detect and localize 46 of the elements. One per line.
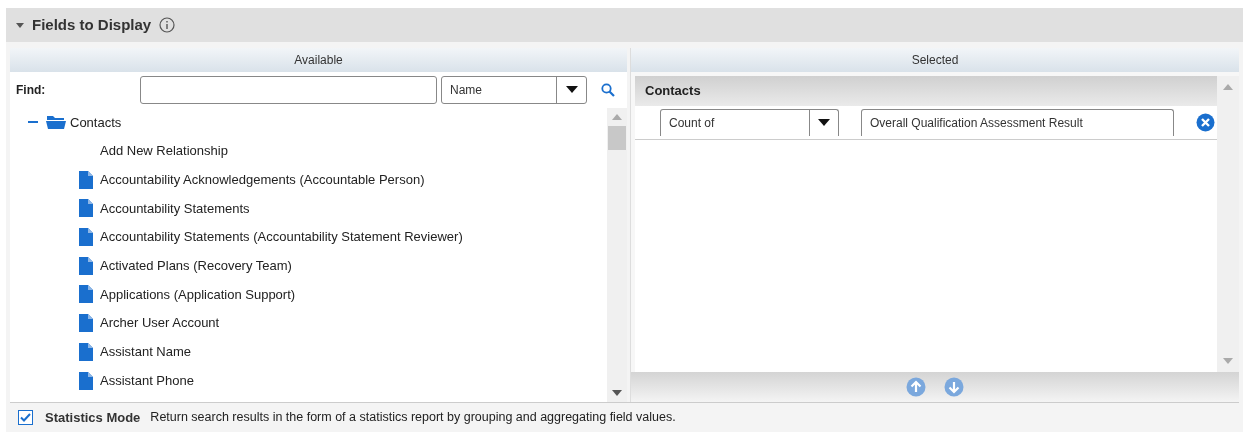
scroll-up-icon[interactable] bbox=[1223, 84, 1233, 90]
find-by-dropdown[interactable]: Name bbox=[441, 76, 587, 104]
tree-folder[interactable]: Contacts bbox=[70, 112, 122, 133]
scroll-thumb[interactable] bbox=[608, 126, 626, 150]
scroll-up-icon[interactable] bbox=[612, 114, 622, 120]
move-down-icon[interactable] bbox=[944, 377, 964, 397]
scroll-down-icon[interactable] bbox=[612, 390, 622, 396]
document-icon bbox=[78, 169, 94, 190]
caret-icon bbox=[818, 119, 830, 127]
info-icon bbox=[159, 17, 176, 33]
section-title: Fields to Display bbox=[32, 14, 152, 35]
scrollbar[interactable] bbox=[1217, 76, 1239, 372]
section-header[interactable]: Fields to Display bbox=[6, 8, 1243, 42]
document-icon bbox=[78, 198, 94, 219]
document-icon bbox=[78, 370, 94, 391]
tree-action[interactable]: Add New Relationship bbox=[100, 141, 228, 161]
column-header: Available bbox=[10, 48, 627, 72]
move-up-icon[interactable] bbox=[906, 377, 926, 397]
find-field[interactable] bbox=[140, 76, 437, 104]
remove-icon[interactable] bbox=[1196, 113, 1215, 132]
tree-item[interactable]: Assistant Name bbox=[100, 342, 192, 362]
caret-icon bbox=[565, 86, 578, 94]
document-icon bbox=[78, 341, 94, 362]
document-icon bbox=[78, 313, 94, 334]
scrollbar[interactable] bbox=[607, 108, 627, 402]
document-icon bbox=[78, 227, 94, 248]
field-name-box[interactable]: Overall Qualification Assessment Result bbox=[861, 109, 1174, 136]
find-label: Find: bbox=[16, 82, 47, 99]
tree-item[interactable]: Applications (Application Support) bbox=[100, 284, 296, 305]
tree-item[interactable]: Archer User Account bbox=[100, 313, 220, 333]
group-header: Contacts bbox=[635, 76, 1217, 106]
statistics-mode-label: Statistics Mode bbox=[45, 408, 141, 427]
statistics-mode-description: Return search results in the form of a statistics report by grouping and aggregating field values. bbox=[150, 409, 676, 427]
aggregate-dropdown[interactable]: Count of bbox=[660, 109, 839, 136]
tree-item[interactable]: Assistant Phone bbox=[100, 370, 194, 391]
open-folder-icon bbox=[46, 114, 66, 131]
tree-item[interactable]: Accountability Statements (Accountability Statement Reviewer) bbox=[100, 227, 463, 247]
tree-item[interactable]: Accountability Acknowledgements (Accountable Person) bbox=[100, 169, 425, 190]
tree-item[interactable]: Accountability Statements bbox=[100, 198, 250, 219]
tree-item[interactable]: Activated Plans (Recovery Team) bbox=[100, 256, 292, 276]
document-icon bbox=[78, 284, 94, 305]
statistics-checkbox[interactable] bbox=[18, 410, 33, 425]
caret-icon bbox=[16, 22, 24, 28]
document-icon bbox=[78, 255, 94, 276]
column-header: Selected bbox=[631, 48, 1239, 72]
search-icon[interactable] bbox=[601, 83, 615, 97]
